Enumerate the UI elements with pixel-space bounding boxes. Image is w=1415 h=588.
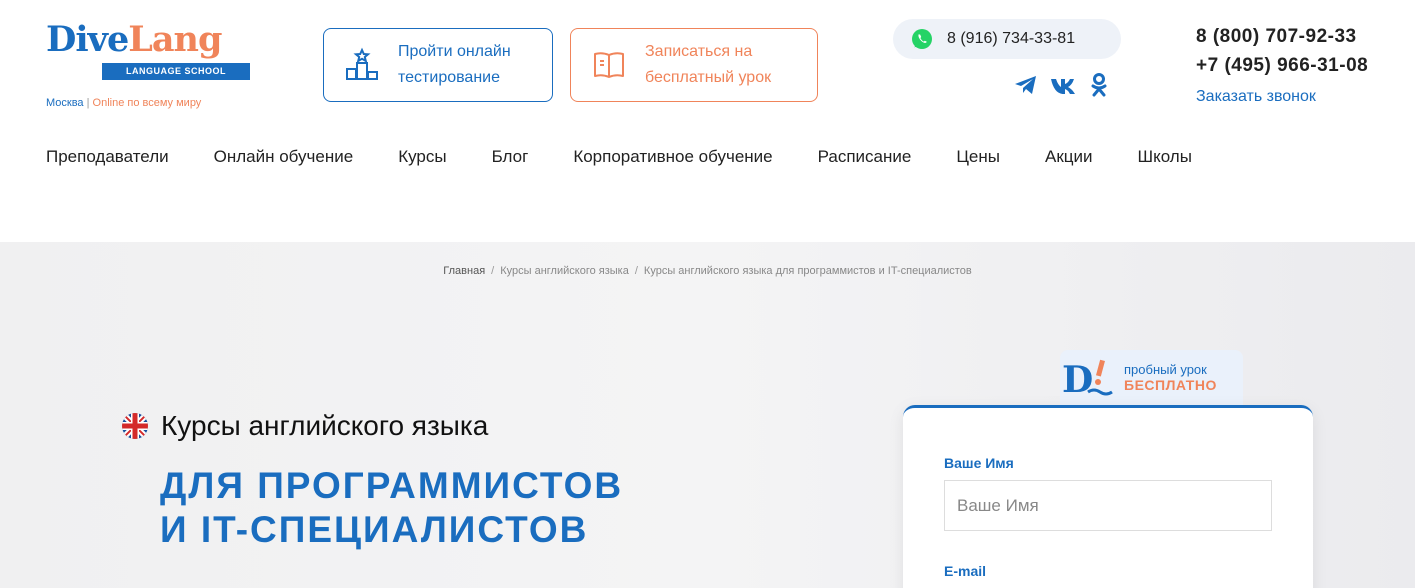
online-test-line2: тестирование [398,69,500,86]
hero-subtitle: Курсы английского языка [121,410,488,442]
main-nav: Преподаватели Онлайн обучение Курсы Блог… [46,147,1237,167]
callback-link[interactable]: Заказать звонок [1196,84,1368,110]
online-worldwide: Online по всему миру [92,97,202,109]
email-label: E-mail [944,563,987,579]
breadcrumb-home[interactable]: Главная [443,265,485,277]
breadcrumb-separator: / [634,265,638,277]
free-lesson-line2: бесплатный урок [645,69,772,86]
nav-courses[interactable]: Курсы [398,147,446,167]
city-moscow: Москва [46,97,84,109]
free-trial-badge: D пробный урок БЕСПЛАТНО [1060,350,1243,406]
online-test-label: Пройти онлайн тестирование [398,39,511,91]
hero-title-line2: И IT-СПЕЦИАЛИСТОВ [160,509,589,550]
podium-icon [346,47,378,80]
name-input[interactable] [944,480,1272,531]
breadcrumb-separator: / [491,265,495,277]
hero-section: Главная / Курсы английского языка / Курсы ан… [0,242,1415,588]
nav-schedule[interactable]: Расписание [818,147,912,167]
hero-subtitle-text: Курсы английского языка [161,410,489,441]
telegram-icon[interactable] [1013,73,1039,97]
breadcrumb: Главная / Курсы английского языка / Курсы ан… [0,265,1415,277]
breadcrumb-english-courses[interactable]: Курсы английского языка [500,265,629,277]
vk-icon[interactable] [1049,74,1079,96]
whatsapp-phone-link[interactable]: 8 (916) 734-33-81 [893,19,1121,59]
hero-title-line1: ДЛЯ ПРОГРАММИСТОВ [160,465,624,506]
badge-trial-lesson: пробный урок [1124,362,1207,377]
badge-free: БЕСПЛАТНО [1124,377,1217,393]
logo-location: Москва | Online по всему миру [46,97,201,109]
nav-corporate[interactable]: Корпоративное обучение [573,147,772,167]
logo-d: D [46,19,76,60]
name-label: Ваше Имя [944,455,1014,471]
open-book-icon [594,52,624,78]
site-logo[interactable]: DiveLang LANGUAGE SCHOOL Москва | Online… [46,18,256,113]
social-links [1013,72,1109,98]
uk-flag-icon [122,413,148,439]
signup-form: Ваше Имя E-mail [903,405,1313,588]
free-lesson-button[interactable]: Записаться на бесплатный урок [570,28,818,102]
hero-title: ДЛЯ ПРОГРАММИСТОВ И IT-СПЕЦИАЛИСТОВ [160,464,623,552]
logo-wordmark: DiveLang [46,18,222,62]
free-lesson-line1: Записаться на [645,43,753,60]
online-test-button[interactable]: Пройти онлайн тестирование [323,28,553,102]
logo-school-label: LANGUAGE SCHOOL [102,63,250,80]
breadcrumb-current: Курсы английского языка для программисто… [643,265,972,277]
nav-blog[interactable]: Блог [492,147,529,167]
whatsapp-icon [912,29,932,49]
phone-main[interactable]: 8 (800) 707-92-33 [1196,22,1368,51]
nav-teachers[interactable]: Преподаватели [46,147,169,167]
nav-prices[interactable]: Цены [956,147,1000,167]
contact-phones: 8 (800) 707-92-33 +7 (495) 966-31-08 Зак… [1196,22,1368,110]
nav-schools[interactable]: Школы [1138,147,1192,167]
online-test-line1: Пройти онлайн [398,43,511,60]
nav-promotions[interactable]: Акции [1045,147,1093,167]
nav-online-learning[interactable]: Онлайн обучение [214,147,354,167]
divelang-mini-logo: D [1062,359,1113,400]
svg-text:D: D [1062,359,1093,400]
phone-moscow[interactable]: +7 (495) 966-31-08 [1196,51,1368,80]
location-separator: | [86,97,90,109]
logo-ive: ive [75,19,129,60]
free-lesson-label: Записаться на бесплатный урок [645,39,771,91]
logo-lang: Lang [128,19,222,60]
whatsapp-phone-number: 8 (916) 734-33-81 [947,30,1076,47]
odnoklassniki-icon[interactable] [1089,72,1109,98]
